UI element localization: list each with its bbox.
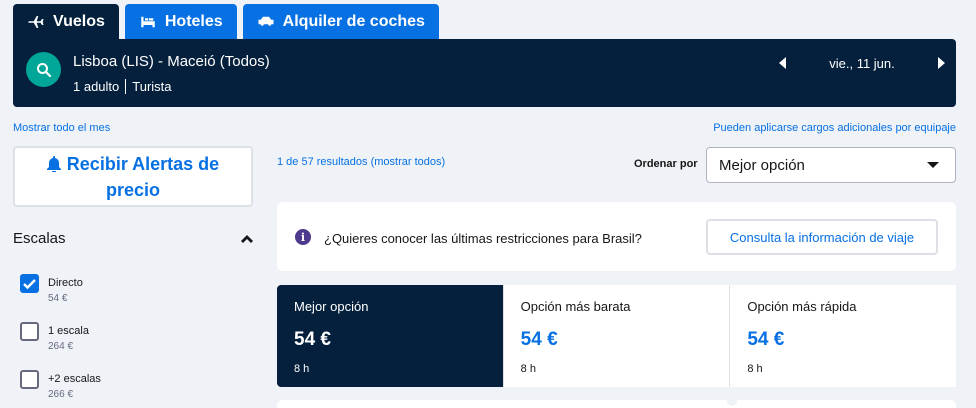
sort-selected-value: Mejor opción	[719, 156, 805, 174]
sort-option-tabs: Mejor opción 54 € 8 h Opción más barata …	[277, 285, 956, 387]
travel-info-button[interactable]: Consulta la información de viaje	[706, 219, 938, 255]
option-label: Directo	[48, 277, 83, 289]
search-icon	[36, 62, 51, 77]
travel-restrictions-banner: i ¿Quieres conocer las últimas restricci…	[277, 202, 956, 271]
tab-vuelos[interactable]: Vuelos	[13, 4, 119, 39]
sort-tab-title: Mejor opción	[294, 299, 369, 314]
sort-tab-price: 54 €	[747, 329, 785, 350]
tab-label: Alquiler de coches	[282, 12, 425, 30]
trip-meta: 1 adulto Turista	[73, 79, 172, 94]
chevron-up-icon[interactable]	[241, 230, 253, 247]
sort-tab-title: Opción más rápida	[747, 299, 857, 314]
one-stop-checkbox[interactable]	[20, 322, 39, 341]
product-tabs: Vuelos Hoteles Alquiler de coches	[13, 4, 439, 39]
tab-alquiler-coches[interactable]: Alquiler de coches	[242, 4, 439, 39]
two-plus-stops-checkbox[interactable]	[20, 370, 39, 389]
stops-option-one[interactable]: 1 escala 264 €	[20, 322, 240, 362]
tab-hoteles[interactable]: Hoteles	[124, 4, 237, 39]
tab-cheapest-option[interactable]: Opción más barata 54 € 8 h	[502, 285, 730, 387]
bed-icon	[141, 16, 155, 27]
route-text: Lisboa (LIS) - Maceió (Todos)	[73, 53, 270, 70]
chevron-left-icon	[779, 57, 786, 69]
sort-tab-duration: 8 h	[520, 363, 536, 375]
chevron-right-icon	[938, 57, 945, 69]
car-icon	[258, 16, 274, 26]
price-alert-button[interactable]: Recibir Alertas de precio	[13, 146, 253, 207]
direct-checkbox[interactable]	[20, 274, 39, 293]
edit-search-button[interactable]	[26, 52, 61, 87]
passengers-text: 1 adulto	[73, 79, 120, 94]
divider	[125, 79, 127, 94]
stops-filter-title: Escalas	[13, 229, 66, 247]
option-label: +2 escalas	[48, 373, 101, 385]
tab-label: Hoteles	[164, 12, 223, 30]
airplane-icon	[28, 15, 44, 28]
stops-filter-header[interactable]: Escalas	[13, 228, 253, 248]
info-icon: i	[295, 229, 311, 245]
result-card[interactable]	[277, 398, 956, 408]
sort-select[interactable]: Mejor opción	[706, 147, 956, 183]
sort-tab-title: Opción más barata	[520, 299, 631, 314]
price-alert-label: Recibir Alertas de precio	[66, 153, 220, 200]
tab-fastest-option[interactable]: Opción más rápida 54 € 8 h	[729, 285, 956, 387]
option-price: 54 €	[48, 293, 68, 304]
stops-option-two-plus[interactable]: +2 escalas 266 €	[20, 370, 240, 408]
sort-tab-duration: 8 h	[294, 363, 310, 375]
option-price: 264 €	[48, 341, 74, 352]
previous-date-button[interactable]	[768, 53, 798, 73]
bell-icon	[46, 154, 61, 178]
sort-tab-price: 54 €	[520, 329, 558, 350]
banner-text: ¿Quieres conocer las últimas restriccion…	[324, 231, 642, 246]
option-price: 266 €	[48, 389, 74, 400]
baggage-fees-link[interactable]: Pueden aplicarse cargos adicionales por …	[713, 122, 956, 134]
sort-tab-duration: 8 h	[747, 363, 763, 375]
selected-date: vie., 11 jun.	[829, 55, 895, 71]
option-label: 1 escala	[48, 325, 89, 337]
stops-option-direct[interactable]: Directo 54 €	[20, 274, 240, 314]
tab-label: Vuelos	[53, 12, 105, 30]
search-summary-bar: Lisboa (LIS) - Maceió (Todos) 1 adulto T…	[13, 39, 956, 107]
cabin-class-text: Turista	[132, 79, 172, 94]
next-date-button[interactable]	[926, 53, 956, 73]
checkmark-icon	[23, 279, 36, 290]
caret-down-icon	[927, 162, 939, 168]
ticket-notch	[727, 398, 737, 406]
sort-label: Ordenar por	[634, 158, 698, 170]
tab-best-option[interactable]: Mejor opción 54 € 8 h	[277, 285, 503, 387]
date-navigator: vie., 11 jun.	[768, 53, 956, 73]
sort-tab-price: 54 €	[294, 329, 331, 350]
show-month-link[interactable]: Mostrar todo el mes	[13, 122, 110, 134]
results-count-link[interactable]: 1 de 57 resultados (mostrar todos)	[277, 156, 445, 168]
